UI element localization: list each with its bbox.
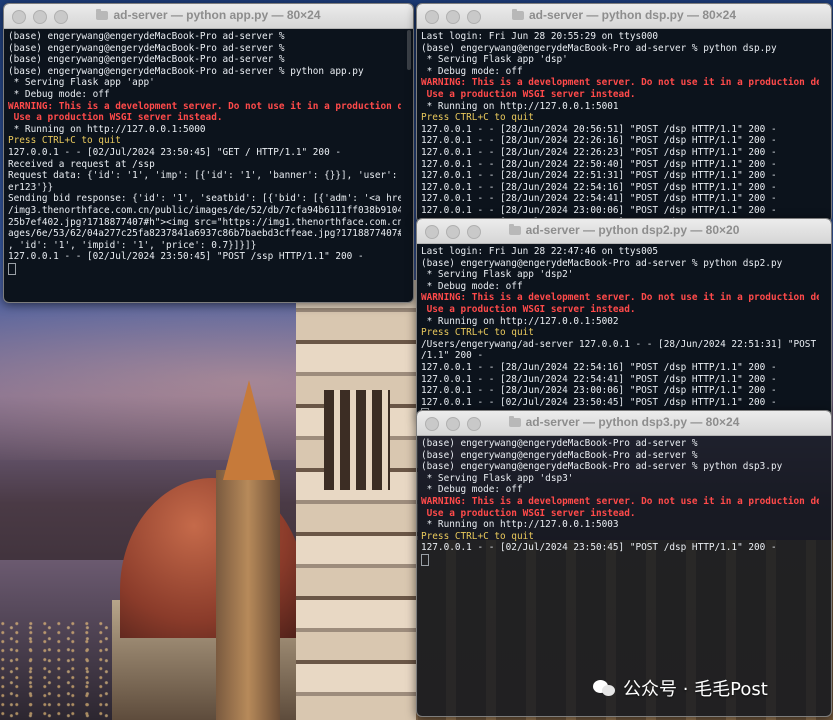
terminal-window-dsp3[interactable]: ad-server — python dsp3.py — 80×24 (base… [416, 410, 832, 717]
terminal-line: Press CTRL+C to quit [8, 135, 121, 147]
terminal-window-dsp[interactable]: ad-server — python dsp.py — 80×24 Last l… [416, 3, 832, 223]
terminal-line: Use a production WSGI server instead. [8, 112, 223, 124]
campanile-tower [296, 280, 418, 720]
terminal-output[interactable]: (base) engerywang@engerydeMacBook-Pro ad… [4, 29, 401, 302]
window-titlebar[interactable]: ad-server — python dsp.py — 80×24 [417, 4, 831, 29]
text-cursor [421, 553, 429, 566]
terminal-line: 127.0.0.1 - - [02/Jul/2024 23:50:45] "PO… [8, 251, 364, 263]
terminal-line: * Debug mode: off [8, 88, 110, 100]
terminal-output[interactable]: Last login: Fri Jun 28 22:47:46 on ttys0… [417, 244, 819, 417]
terminal-line: /img3.thenorthface.com.cn/public/images/… [8, 204, 401, 216]
terminal-line: /1.1" 200 - [421, 350, 484, 362]
terminal-line: 127.0.0.1 - - [28/Jun/2024 22:54:16] "PO… [421, 361, 777, 373]
terminal-line: * Serving Flask app 'dsp2' [421, 269, 574, 281]
terminal-line: WARNING: This is a development server. D… [421, 495, 819, 507]
window-title: ad-server — python app.py — 80×24 [4, 8, 413, 22]
terminal-line: * Serving Flask app 'dsp' [421, 54, 568, 66]
wechat-icon [593, 678, 617, 698]
window-title: ad-server — python dsp2.py — 80×20 [417, 223, 831, 237]
terminal-line: Press CTRL+C to quit [421, 530, 534, 542]
watermark-text: 公众号 · 毛毛Post [623, 679, 768, 700]
terminal-line: * Running on http://127.0.0.1:5001 [421, 100, 619, 112]
terminal-line: 127.0.0.1 - - [02/Jul/2024 23:50:45] "GE… [8, 146, 342, 158]
bell-tower-spire [223, 380, 275, 480]
terminal-line: * Debug mode: off [421, 484, 523, 496]
terminal-line: * Serving Flask app 'dsp3' [421, 472, 574, 484]
terminal-output[interactable]: (base) engerywang@engerydeMacBook-Pro ad… [417, 436, 819, 716]
terminal-line: Request data: {'id': '1', 'imp': [{'id':… [8, 170, 398, 182]
scrollbar[interactable] [404, 30, 412, 300]
terminal-line: 127.0.0.1 - - [28/Jun/2024 20:56:51] "PO… [421, 123, 777, 135]
terminal-line: 127.0.0.1 - - [28/Jun/2024 23:00:06] "PO… [421, 204, 777, 216]
window-titlebar[interactable]: ad-server — python dsp3.py — 80×24 [417, 411, 831, 436]
terminal-line: (base) engerywang@engerydeMacBook-Pro ad… [421, 461, 783, 473]
window-title: ad-server — python dsp.py — 80×24 [417, 8, 831, 22]
terminal-line: (base) engerywang@engerydeMacBook-Pro ad… [421, 42, 777, 54]
terminal-line: (base) engerywang@engerydeMacBook-Pro ad… [8, 42, 285, 54]
terminal-line: (base) engerywang@engerydeMacBook-Pro ad… [8, 54, 285, 66]
terminal-line: 127.0.0.1 - - [28/Jun/2024 22:54:41] "PO… [421, 193, 777, 205]
terminal-line: * Serving Flask app 'app' [8, 77, 155, 89]
terminal-line: 127.0.0.1 - - [28/Jun/2024 23:00:06] "PO… [421, 385, 777, 397]
terminal-line: Last login: Fri Jun 28 22:47:46 on ttys0… [421, 246, 659, 257]
window-title: ad-server — python dsp3.py — 80×24 [417, 415, 831, 429]
terminal-line: (base) engerywang@engerydeMacBook-Pro ad… [8, 65, 364, 77]
terminal-line: WARNING: This is a development server. D… [421, 77, 819, 89]
terminal-line: * Running on http://127.0.0.1:5000 [8, 123, 206, 135]
terminal-line: /Users/engerywang/ad-server 127.0.0.1 - … [421, 338, 817, 350]
terminal-line: 127.0.0.1 - - [02/Jul/2024 23:50:45] "PO… [421, 396, 777, 408]
terminal-line: 127.0.0.1 - - [28/Jun/2024 22:51:31] "PO… [421, 170, 777, 182]
terminal-cursor-line [8, 262, 397, 277]
terminal-line: (base) engerywang@engerydeMacBook-Pro ad… [421, 438, 698, 449]
terminal-line: Received a request at /ssp [8, 158, 155, 170]
folder-icon [96, 9, 109, 20]
bell-tower [216, 470, 280, 720]
terminal-line: * Debug mode: off [421, 280, 523, 292]
terminal-line: * Running on http://127.0.0.1:5002 [421, 315, 619, 327]
terminal-line: 127.0.0.1 - - [28/Jun/2024 22:50:40] "PO… [421, 158, 777, 170]
terminal-line: Use a production WSGI server instead. [421, 88, 636, 100]
terminal-line: 127.0.0.1 - - [28/Jun/2024 22:54:41] "PO… [421, 373, 777, 385]
terminal-line: * Running on http://127.0.0.1:5003 [421, 519, 619, 531]
terminal-line: WARNING: This is a development server. D… [8, 100, 401, 112]
terminal-output[interactable]: Last login: Fri Jun 28 20:55:29 on ttys0… [417, 29, 819, 222]
folder-icon [508, 224, 521, 235]
terminal-line: 127.0.0.1 - - [28/Jun/2024 22:26:23] "PO… [421, 146, 777, 158]
scroll-thumb[interactable] [407, 30, 411, 70]
window-titlebar[interactable]: ad-server — python app.py — 80×24 [4, 4, 413, 29]
terminal-line: (base) engerywang@engerydeMacBook-Pro ad… [8, 31, 285, 42]
terminal-line: (base) engerywang@engerydeMacBook-Pro ad… [421, 449, 698, 461]
folder-icon [508, 416, 521, 427]
terminal-window-dsp2[interactable]: ad-server — python dsp2.py — 80×20 Last … [416, 218, 832, 418]
terminal-line: 127.0.0.1 - - [28/Jun/2024 22:26:16] "PO… [421, 135, 777, 147]
terminal-line: WARNING: This is a development server. D… [421, 292, 819, 304]
terminal-line: Use a production WSGI server instead. [421, 303, 636, 315]
window-titlebar[interactable]: ad-server — python dsp2.py — 80×20 [417, 219, 831, 244]
terminal-line: ages/6e/53/62/04a277c25fa8237841a6937c86… [8, 228, 401, 240]
terminal-line: Sending bid response: {'id': '1', 'seatb… [8, 193, 401, 205]
terminal-line: Press CTRL+C to quit [421, 327, 534, 339]
terminal-cursor-line [421, 553, 815, 568]
terminal-line: Last login: Fri Jun 28 20:55:29 on ttys0… [421, 31, 659, 42]
folder-icon [511, 9, 524, 20]
terminal-line: er123'}} [8, 181, 54, 193]
terminal-line: * Debug mode: off [421, 65, 523, 77]
text-cursor [8, 262, 16, 275]
terminal-line: (base) engerywang@engerydeMacBook-Pro ad… [421, 257, 783, 269]
terminal-line: , 'id': '1', 'impid': '1', 'price': 0.7}… [8, 239, 257, 251]
watermark: 公众号 · 毛毛Post [593, 675, 768, 701]
terminal-line: 127.0.0.1 - - [28/Jun/2024 22:54:16] "PO… [421, 181, 777, 193]
terminal-line: 127.0.0.1 - - [02/Jul/2024 23:50:45] "PO… [421, 542, 777, 554]
terminal-window-app[interactable]: ad-server — python app.py — 80×24 (base)… [3, 3, 414, 303]
terminal-line: Use a production WSGI server instead. [421, 507, 636, 519]
terminal-line: 25b7ef402.jpg?1718877407#h"><img src="ht… [8, 216, 401, 228]
terminal-line: Press CTRL+C to quit [421, 112, 534, 124]
